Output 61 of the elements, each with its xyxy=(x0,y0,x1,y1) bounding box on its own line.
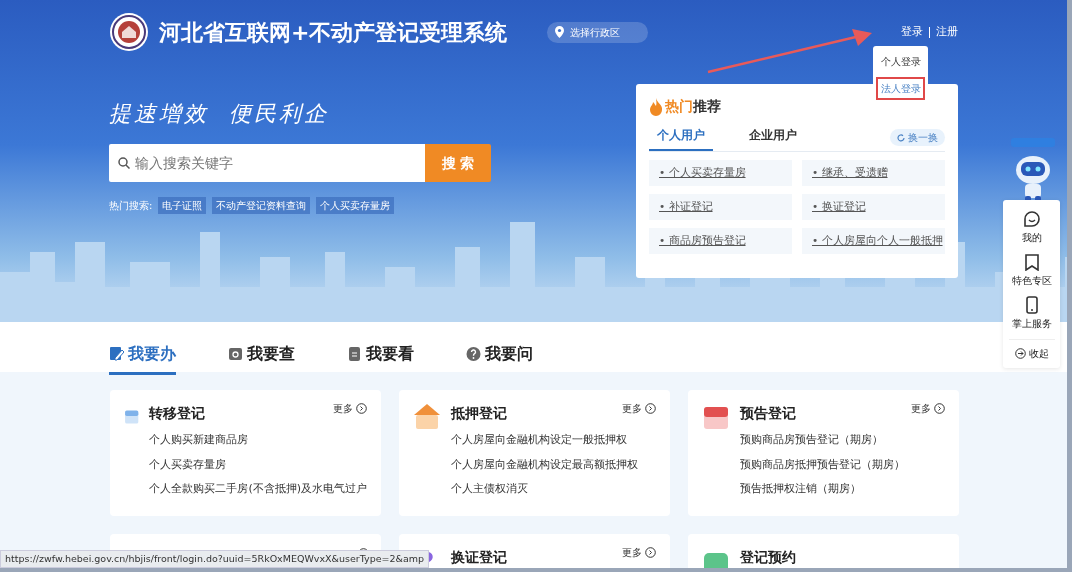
status-bar-url: https://zwfw.hebei.gov.cn/hbjis/front/login.do?uuid=5RkOxMEQWvxX&userType=2&amp xyxy=(0,549,430,568)
card-title: 转移登记 xyxy=(149,404,206,423)
bookmark-icon xyxy=(1022,253,1041,271)
recommend-item[interactable]: • 继承、受遗赠 xyxy=(802,160,945,186)
refresh-icon xyxy=(896,133,905,142)
service-link[interactable]: 个人买卖存量房 xyxy=(149,456,367,473)
hot-search-tag[interactable]: 电子证照 xyxy=(158,197,207,214)
recommend-item[interactable]: • 商品房预告登记 xyxy=(649,228,792,254)
emblem-logo-icon xyxy=(109,12,149,52)
hot-search-label: 热门搜索: xyxy=(109,199,153,213)
slogan-text: 提速增效 便民利企 xyxy=(109,100,329,128)
login-menu-item[interactable]: 法人登录 xyxy=(876,77,925,100)
recommend-item[interactable]: • 补证登记 xyxy=(649,194,792,220)
service-link[interactable]: 预告抵押权注销（期房） xyxy=(740,481,945,498)
side-menu-item[interactable]: 我的 xyxy=(1021,210,1042,245)
section-tab[interactable]: 我要问 xyxy=(466,322,533,375)
service-link[interactable]: 个人房屋向金融机构设定一般抵押权 xyxy=(451,432,656,449)
side-menu-item[interactable]: 特色专区 xyxy=(1011,253,1052,288)
service-link[interactable]: 个人主债权消灭 xyxy=(451,481,656,498)
side-menu-item[interactable]: 掌上服务 xyxy=(1011,296,1052,331)
service-link[interactable]: 个人全款购买二手房(不含抵押)及水电气过户 xyxy=(149,481,367,498)
card-title: 登记预约 xyxy=(740,548,796,567)
search-field[interactable]: 输入搜索关键字 xyxy=(109,144,425,182)
login-link[interactable]: 登录 xyxy=(901,23,923,41)
question-icon xyxy=(466,346,481,362)
service-link[interactable]: 个人购买新建商品房 xyxy=(149,432,367,449)
service-link[interactable]: 个人房屋向金融机构设定最高额抵押权 xyxy=(451,456,656,473)
more-link[interactable]: 更多 xyxy=(333,401,367,416)
flame-icon xyxy=(649,97,663,116)
user-type-tab[interactable]: 个人用户 xyxy=(649,123,713,151)
hot-search-tag[interactable]: 不动产登记资料查询 xyxy=(212,197,311,214)
region-selector[interactable]: 选择行政区 xyxy=(547,21,649,43)
more-link[interactable]: 更多 xyxy=(622,545,656,560)
collapse-button[interactable]: 收起 xyxy=(1008,339,1055,362)
document-icon xyxy=(347,346,362,362)
recommend-item[interactable]: • 换证登记 xyxy=(802,194,945,220)
section-tab[interactable]: 我要查 xyxy=(228,322,295,375)
login-menu-item[interactable]: 个人登录 xyxy=(876,50,925,73)
site-title: 河北省互联网+不动产登记受理系统 xyxy=(159,18,508,47)
service-link[interactable]: 预购商品房抵押预告登记（期房） xyxy=(740,456,945,473)
section-tab[interactable]: 我要办 xyxy=(109,322,176,375)
register-link[interactable]: 注册 xyxy=(936,23,958,41)
calendar-icon xyxy=(228,346,243,362)
hot-search-tag[interactable]: 个人买卖存量房 xyxy=(316,197,395,214)
chat-icon xyxy=(1022,210,1041,228)
section-tab[interactable]: 我要看 xyxy=(347,322,414,375)
card-title: 预告登记 xyxy=(740,404,796,423)
user-type-tab[interactable]: 企业用户 xyxy=(741,123,805,151)
recommend-item[interactable]: • 个人买卖存量房 xyxy=(649,160,792,186)
house-icon xyxy=(413,403,441,431)
more-link[interactable]: 更多 xyxy=(622,401,656,416)
more-link[interactable]: 更多 xyxy=(911,401,945,416)
panel-title: 热门推荐 xyxy=(665,97,721,116)
card-title: 换证登记 xyxy=(451,548,507,567)
location-pin-icon xyxy=(555,26,565,38)
edit-icon xyxy=(109,346,124,362)
refresh-button[interactable]: 换一换 xyxy=(889,128,945,146)
service-link[interactable]: 预购商品房预告登记（期房） xyxy=(740,432,945,449)
card-title: 抵押登记 xyxy=(451,404,507,423)
search-icon xyxy=(118,157,130,169)
recommend-item[interactable]: • 个人房屋向个人一般抵押 xyxy=(802,228,945,254)
